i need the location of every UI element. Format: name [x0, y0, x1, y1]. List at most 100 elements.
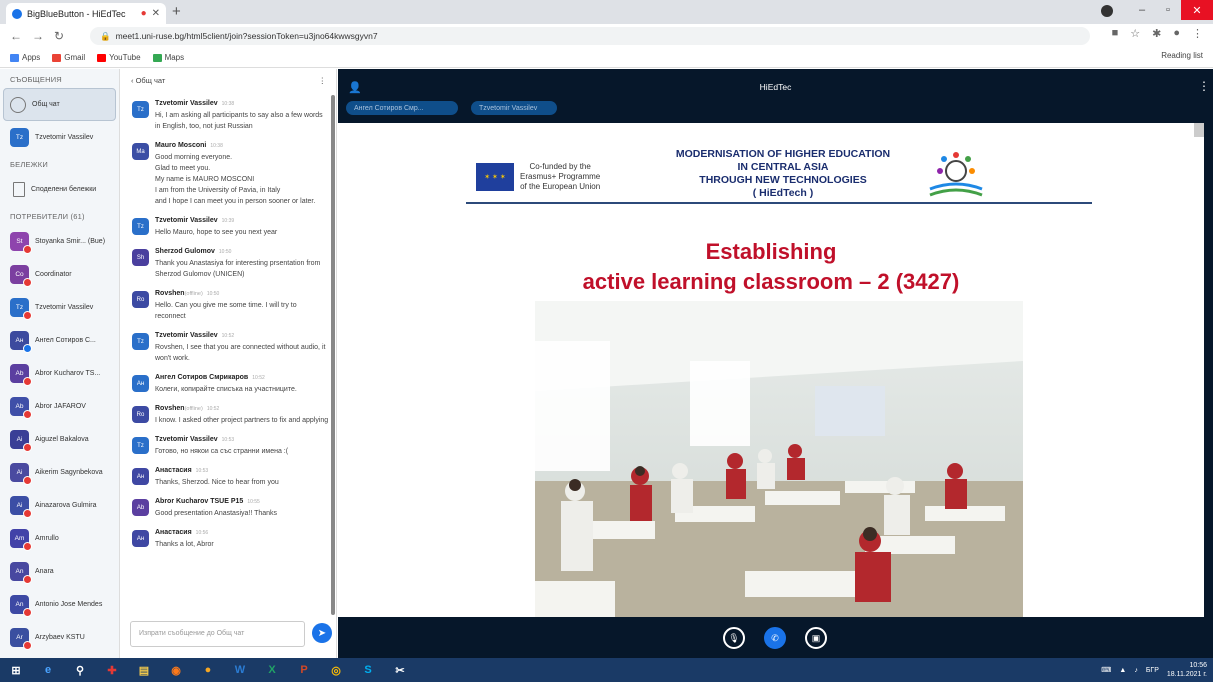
user-list-item[interactable]: Tz Tzvetomir Vassilev: [0, 291, 119, 324]
chrome-icon[interactable]: ◎: [320, 659, 352, 681]
message-text: Hello Mauro, hope to see you next year: [155, 229, 278, 236]
chat-message: Ан Анастасия 10:56 Thanks a lot, Abror: [121, 524, 337, 555]
window-controls: – ▫ ✕: [1129, 0, 1213, 20]
reading-list-button[interactable]: Reading list: [1161, 51, 1203, 60]
user-list-item[interactable]: Ai Ainazarova Gulmira: [0, 489, 119, 522]
avatar: Ai: [10, 496, 32, 518]
bookmark-apps[interactable]: Apps: [10, 53, 40, 62]
user-name: Arzybaev KSTU: [35, 634, 85, 641]
user-list: St Stoyanka Smir... (Bue) Co Coordinator Tz T…: [0, 225, 119, 658]
user-list-item[interactable]: An Antonio Jose Mendes: [0, 588, 119, 621]
chat-message: Ma Mauro Mosconi 10:38 Good morning everyon…: [121, 137, 337, 212]
volume-icon[interactable]: ♪: [1134, 667, 1138, 674]
avatar: Ab: [10, 364, 32, 386]
user-list-item[interactable]: Am Amrullo: [0, 522, 119, 555]
word-icon[interactable]: W: [224, 659, 256, 681]
chat-message-body: Mauro Mosconi 10:38 Good morning everyone.…: [155, 140, 329, 207]
meeting-options-icon[interactable]: ⋮: [1198, 79, 1210, 93]
star-icon[interactable]: ☆: [1130, 27, 1140, 40]
minimize-icon[interactable]: –: [1129, 0, 1155, 20]
internet-explorer-icon[interactable]: e: [32, 659, 64, 681]
search-icon[interactable]: ⚲: [64, 659, 96, 681]
audio-status-icon: [23, 245, 32, 254]
url-field[interactable]: 🔒 meet1.uni-ruse.bg/html5client/join?ses…: [90, 27, 1090, 45]
leave-audio-button[interactable]: ✆: [764, 627, 786, 649]
menu-icon[interactable]: ⋮: [1192, 27, 1203, 40]
chat-scrollbar[interactable]: [331, 95, 335, 615]
new-tab-button[interactable]: +: [172, 3, 181, 20]
language-indicator[interactable]: БГР: [1146, 667, 1159, 674]
avatar: Ma: [132, 143, 149, 160]
sender-name: Rovshen: [155, 405, 185, 412]
user-list-item[interactable]: St Stoyanka Smir... (Bue): [0, 225, 119, 258]
user-list-item[interactable]: Ан Ангел Сотиров С...: [0, 324, 119, 357]
user-list-item[interactable]: Ai Aikerim Sagynbekova: [0, 456, 119, 489]
bookmark-maps[interactable]: Maps: [152, 53, 184, 62]
snipping-tool-icon[interactable]: ✂: [384, 659, 416, 681]
hiedtech-logo: [923, 148, 989, 200]
avatar[interactable]: ●: [1173, 27, 1180, 40]
shared-notes-item[interactable]: Споделени бележки: [0, 173, 119, 206]
profile-dot-icon[interactable]: [1101, 5, 1113, 17]
notes-document-icon: [13, 182, 25, 197]
chat-message-input[interactable]: Изпрати съобщение до Общ чат: [130, 621, 305, 647]
chat-options-icon[interactable]: ⋮: [319, 76, 327, 85]
audio-status-icon: [23, 641, 32, 650]
user-list-item[interactable]: An Anara: [0, 555, 119, 588]
chat-message-body: Ангел Сотиров Смрикаров 10:52 Колеги, копи…: [155, 372, 329, 395]
chat-message: Ro Rovshen(offline) 10:50 Hello. Can you gi…: [121, 285, 337, 327]
app-icon[interactable]: ●: [192, 659, 224, 681]
share-webcam-button[interactable]: ▣: [805, 627, 827, 649]
file-explorer-icon[interactable]: ▤: [128, 659, 160, 681]
user-name: Amrullo: [35, 535, 59, 542]
uk-flag-icon[interactable]: ✚: [96, 659, 128, 681]
extensions-icon[interactable]: ✱: [1152, 27, 1161, 40]
back-icon[interactable]: ←: [10, 29, 22, 43]
windows-start-icon[interactable]: ⊞: [0, 659, 32, 681]
send-message-button[interactable]: ➤: [312, 623, 332, 643]
public-chat-item[interactable]: Общ чат: [3, 88, 116, 121]
user-name: Ангел Сотиров С...: [35, 337, 96, 344]
avatar: An: [10, 562, 32, 584]
offline-label: (offline): [184, 291, 203, 297]
talking-indicator[interactable]: Tzvetomir Vassilev: [471, 101, 557, 115]
youtube-icon: [97, 53, 107, 62]
bookmark-youtube[interactable]: YouTube: [97, 53, 141, 62]
mute-microphone-button[interactable]: 🎙: [723, 627, 745, 649]
reload-icon[interactable]: ↻: [54, 29, 64, 43]
chat-message-header: Анастасия 10:56: [155, 527, 329, 539]
maximize-icon[interactable]: ▫: [1155, 0, 1181, 20]
user-list-item[interactable]: Ar Arzybaev KSTU: [0, 621, 119, 654]
user-list-item[interactable]: Ab Abror JAFAROV: [0, 390, 119, 423]
bookmark-gmail[interactable]: Gmail: [52, 53, 85, 62]
keyboard-icon[interactable]: ⌨: [1101, 666, 1111, 674]
clock[interactable]: 10:56 18.11.2021 г.: [1167, 661, 1207, 679]
sender-name: Tzvetomir Vassilev: [155, 436, 218, 443]
user-list-item[interactable]: Ab Abror Kucharov TS...: [0, 357, 119, 390]
chat-message-header: Ангел Сотиров Смрикаров 10:52: [155, 372, 329, 384]
tab-title: BigBlueButton - HiEdTec: [27, 8, 126, 19]
chat-back-button[interactable]: ‹ Общ чат: [131, 76, 165, 85]
network-icon[interactable]: ▲: [1119, 667, 1126, 674]
chat-message-body: Tzvetomir Vassilev 10:52 Rovshen, I see th…: [155, 330, 329, 364]
message-text: Good morning everyone. Glad to meet you.…: [155, 154, 316, 205]
forward-icon[interactable]: →: [32, 29, 44, 43]
browser-tab[interactable]: BigBlueButton - HiEdTec ● ✕: [6, 3, 166, 24]
powerpoint-icon[interactable]: P: [288, 659, 320, 681]
tab-close-icon[interactable]: ✕: [152, 8, 160, 19]
chat-message-header: Tzvetomir Vassilev 10:53: [155, 434, 329, 446]
chat-message: Tz Tzvetomir Vassilev 10:52 Rovshen, I see …: [121, 327, 337, 369]
skype-icon[interactable]: S: [352, 659, 384, 681]
close-window-icon[interactable]: ✕: [1181, 0, 1213, 20]
slide-minimize-icon[interactable]: [1194, 123, 1204, 137]
message-text: Thanks a lot, Abror: [155, 541, 214, 548]
user-list-item[interactable]: Co Coordinator: [0, 258, 119, 291]
message-text: Good presentation Anastasiya!! Thanks: [155, 510, 278, 517]
user-list-item[interactable]: Ai Aiguzel Bakalova: [0, 423, 119, 456]
talking-indicator[interactable]: Ангел Сотиров Смр...: [346, 101, 458, 115]
private-chat-item[interactable]: Tz Tzvetomir Vassilev: [0, 121, 119, 154]
avatar: Tz: [10, 128, 29, 147]
camera-indicator-icon[interactable]: ■: [1112, 27, 1119, 40]
excel-icon[interactable]: X: [256, 659, 288, 681]
firefox-icon[interactable]: ◉: [160, 659, 192, 681]
